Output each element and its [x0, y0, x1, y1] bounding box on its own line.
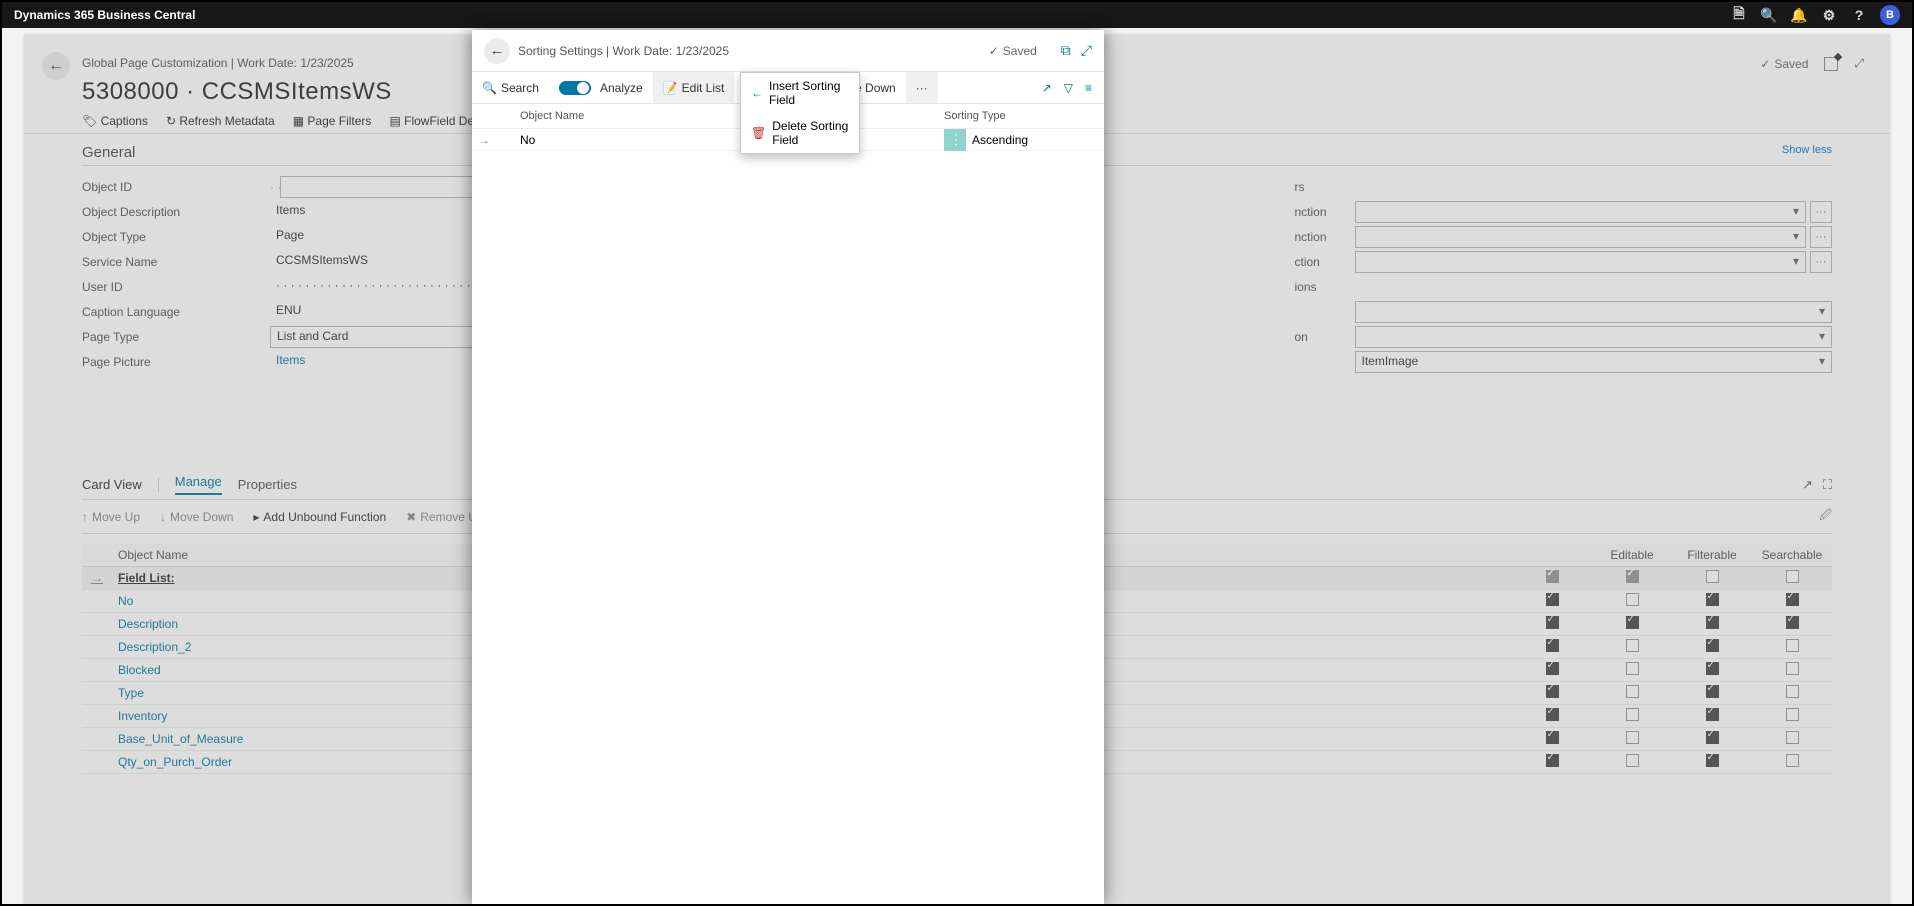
more-actions-dropdown: ←Insert Sorting Field 🗑Delete Sorting Fi… [740, 72, 860, 154]
row-actions-icon[interactable]: ⋮ [944, 129, 966, 151]
search-icon[interactable]: 🔍 [1754, 7, 1784, 24]
sort-type-value[interactable]: Ascending [972, 133, 1028, 147]
row-arrow-icon: → [472, 133, 496, 147]
modal-expand-icon[interactable]: ⤢ [1081, 42, 1092, 59]
doc-icon[interactable]: 🗎 [1724, 3, 1754, 27]
modal-col-sorttype: Sorting Type [944, 110, 1104, 122]
insert-sorting-field[interactable]: ←Insert Sorting Field [741, 73, 859, 113]
modal-list-icon[interactable]: ≡ [1085, 81, 1092, 95]
sorting-settings-modal: ← Sorting Settings | Work Date: 1/23/202… [472, 30, 1104, 904]
modal-popout-icon[interactable]: ⧉ [1061, 42, 1071, 59]
gear-icon[interactable]: ⚙ [1814, 7, 1844, 24]
delete-sorting-field[interactable]: 🗑Delete Sorting Field [741, 113, 859, 153]
modal-col-objname: Object Name [516, 110, 944, 122]
modal-search[interactable]: 🔍 Search [472, 72, 549, 103]
modal-filter-icon[interactable]: ▽ [1064, 81, 1073, 95]
modal-back-button[interactable]: ← [484, 38, 510, 64]
modal-more-actions[interactable]: ··· [906, 72, 938, 103]
help-icon[interactable]: ? [1844, 7, 1874, 23]
avatar[interactable]: B [1880, 5, 1900, 25]
modal-saved-status: Saved [989, 44, 1037, 58]
modal-crumb: Sorting Settings | Work Date: 1/23/2025 [518, 44, 729, 58]
modal-edit-list[interactable]: 📝 Edit List [653, 72, 735, 103]
modal-share-icon[interactable]: ↗ [1042, 81, 1052, 95]
analyze-toggle[interactable] [559, 81, 591, 95]
app-title: Dynamics 365 Business Central [14, 8, 195, 22]
modal-analyze[interactable]: Analyze [549, 72, 653, 103]
sort-field-name[interactable]: No [516, 133, 944, 147]
bell-icon[interactable]: 🔔 [1784, 7, 1814, 24]
